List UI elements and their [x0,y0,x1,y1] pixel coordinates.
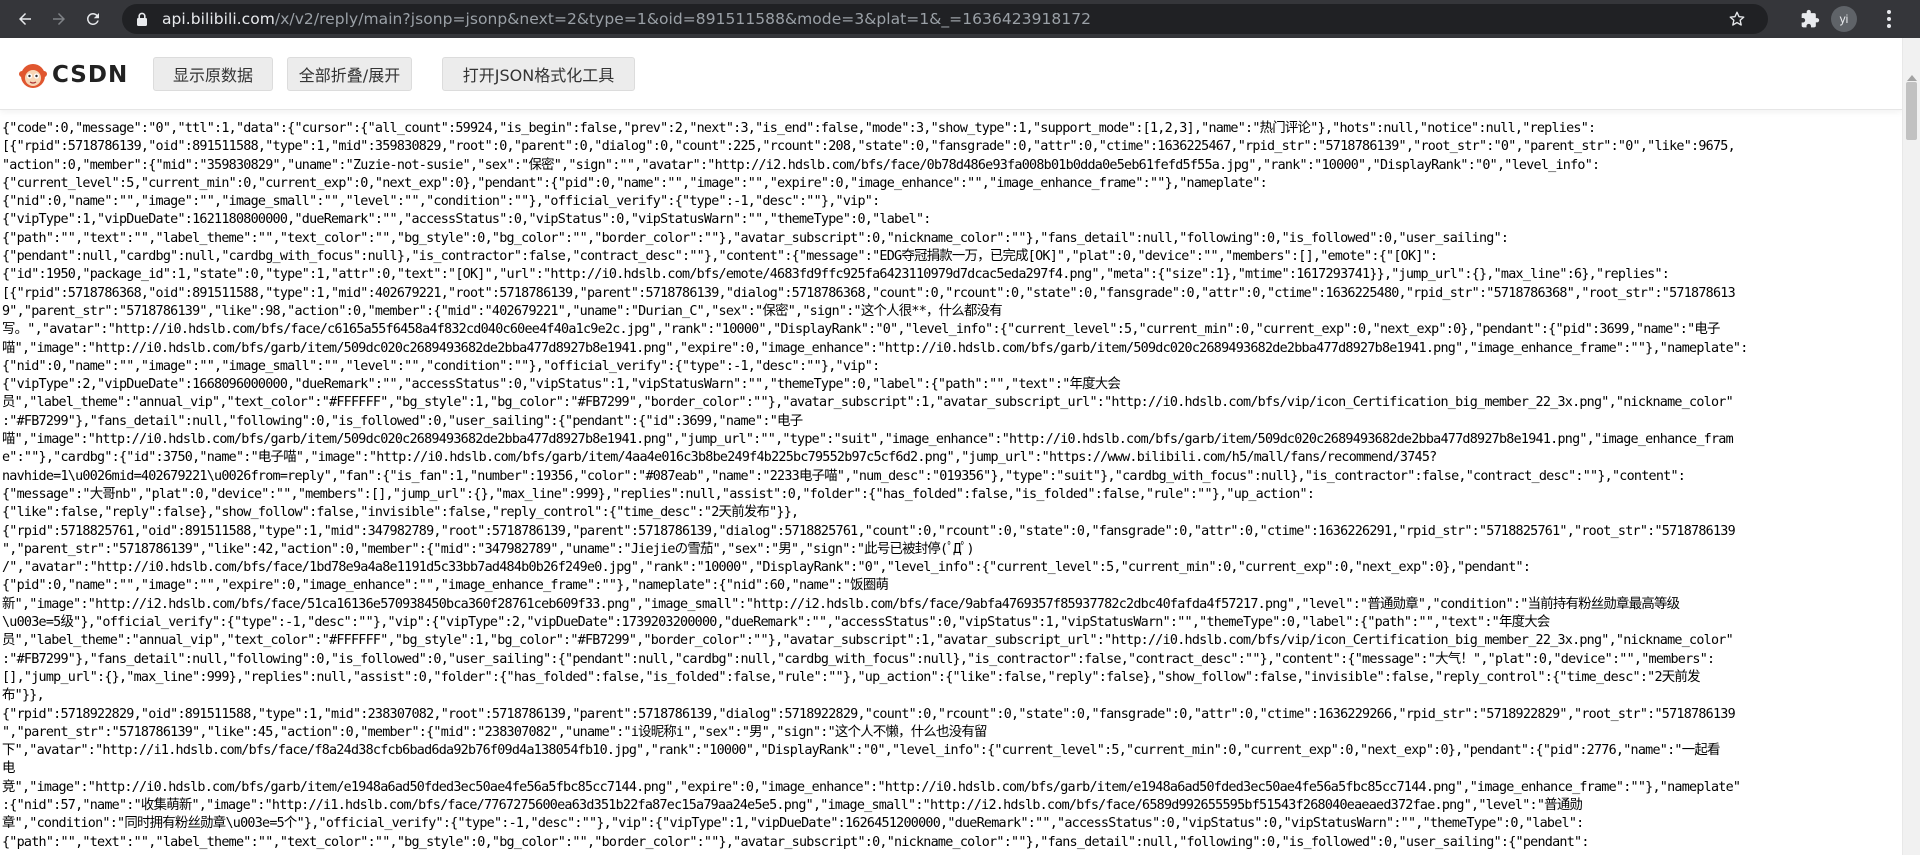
json-text-line: {"nid":0,"name":"","image":"","image_sma… [2,194,880,210]
json-text-line: :{"nid":57,"name":"收集萌新","image":"http:/… [2,797,1583,813]
address-bar[interactable]: api.bilibili.com/x/v2/reply/main?jsonp=j… [122,4,1768,34]
json-text-line: 员","label_theme":"annual_vip","text_colo… [2,633,1734,649]
json-text-line: {"code":0,"message":"0","ttl":1,"data":{… [2,121,1596,136]
json-text-line: "action":0,"member":{"mid":"359830829","… [2,157,1600,173]
collapse-expand-all-button[interactable]: 全部折叠/展开 [287,57,412,91]
json-text-line: 下","avatar":"http://i1.hdslb.com/bfs/fac… [2,743,1720,759]
json-text-line: 9","parent_str":"5718786139","like":98,"… [2,303,1003,319]
json-text-line: 写。","avatar":"http://i0.hdslb.com/bfs/fa… [2,322,1720,338]
json-text-line: ","parent_str":"5718786139","like":42,"a… [2,541,975,557]
url-path: /x/v2/reply/main?jsonp=jsonp&next=2&type… [274,10,1092,28]
json-text-line: 喵","image":"http://i0.hdslb.com/bfs/garb… [2,432,1734,448]
csdn-mascot-icon [19,64,47,88]
json-text-line: {"path":"","text":"","label_theme":"","t… [2,230,1509,246]
json-text-line: 章","condition":"同时拥有粉丝勋章\u003e=5个"},"off… [2,816,1584,832]
back-button[interactable] [10,4,40,34]
scrollbar-thumb[interactable] [1906,82,1917,140]
json-text-line: 喵","image":"http://i0.hdslb.com/bfs/garb… [2,340,1748,356]
url-text[interactable]: api.bilibili.com/x/v2/reply/main?jsonp=j… [162,10,1091,28]
star-icon[interactable] [1728,10,1746,32]
json-text-line: {"nid":0,"name":"","image":"","image_sma… [2,358,880,374]
forward-button[interactable] [44,4,74,34]
csdn-logo[interactable]: CSDN [18,60,128,90]
menu-icon[interactable] [1886,8,1892,34]
json-text-line: [{"rpid":5718786368,"oid":891511588,"typ… [2,285,1736,301]
json-text-line: {"rpid":5718922829,"oid":891511588,"type… [2,706,1736,722]
vertical-scrollbar[interactable] [1902,38,1920,855]
reload-button[interactable] [78,4,108,34]
json-text-line: {"like":false,"reply":false},"show_follo… [2,505,799,521]
json-text-line: 新","image":"http://i2.hdslb.com/bfs/face… [2,596,1680,612]
json-text-line: :"#FB7299"},"fans_detail":null,"followin… [2,413,803,429]
json-text-line: {"id":1950,"package_id":1,"state":0,"typ… [2,267,1670,283]
csdn-logo-text: CSDN [52,62,129,88]
json-text-line: {"current_level":5,"current_min":0,"curr… [2,175,1268,191]
json-text-line: ","parent_str":"5718786139","like":45,"a… [2,724,987,740]
json-text-line: navhide=1\u0026mid=402679221\u0026from=r… [2,468,1686,484]
browser-toolbar: api.bilibili.com/x/v2/reply/main?jsonp=j… [0,0,1920,38]
json-text-line: {"message":"大哥nb","plat":0,"device":"","… [2,486,1315,502]
profile-avatar[interactable]: yi [1831,6,1857,32]
lock-icon[interactable] [136,12,162,27]
json-viewer-toolbar: CSDN 显示原数据 全部折叠/展开 打开JSON格式化工具 [0,38,1902,110]
json-text-line: e":""},"cardbg":{"id":3750,"name":"电子喵",… [2,450,1437,466]
json-text-line: [],"jump_url":{},"max_line":999},"replie… [2,669,1700,685]
json-text-line: {"path":"","text":"","label_theme":"","t… [2,834,1589,850]
json-text-line: /","avatar":"http://i0.hdslb.com/bfs/fac… [2,560,1531,576]
json-text-line: {"vipType":2,"vipDueDate":1668096000000,… [2,377,1121,393]
open-json-formatter-button[interactable]: 打开JSON格式化工具 [442,57,635,91]
json-text-line: 竞","image":"http://i0.hdslb.com/bfs/garb… [2,779,1741,795]
json-text-line: 电 [2,761,15,777]
json-text-line: {"vipType":1,"vipDueDate":1621180800000,… [2,212,931,228]
back-icon [19,13,31,25]
json-text-line: {"pid":0,"name":"","image":"","expire":0… [2,578,889,594]
url-host: api.bilibili.com [162,10,275,28]
json-text-line: 员","label_theme":"annual_vip","text_colo… [2,395,1734,411]
json-text-line: {"rpid":5718825761,"oid":891511588,"type… [2,523,1736,539]
forward-icon [53,13,65,25]
json-raw-text: {"code":0,"message":"0","ttl":1,"data":{… [0,120,1902,855]
json-text-line: [{"rpid":5718786139,"oid":891511588,"typ… [2,139,1736,155]
extensions-icon[interactable] [1800,9,1820,33]
reload-icon [86,12,99,25]
json-text-line: {"pendant":null,"cardbg":null,"cardbg_wi… [2,249,1438,265]
json-text-line: 布"}}, [2,688,45,704]
show-raw-data-button[interactable]: 显示原数据 [153,57,273,91]
json-text-line: \u003e=5级"},"official_verify":{"type":-1… [2,615,1550,631]
json-text-line: :"#FB7299"},"fans_detail":null,"followin… [2,651,1715,667]
